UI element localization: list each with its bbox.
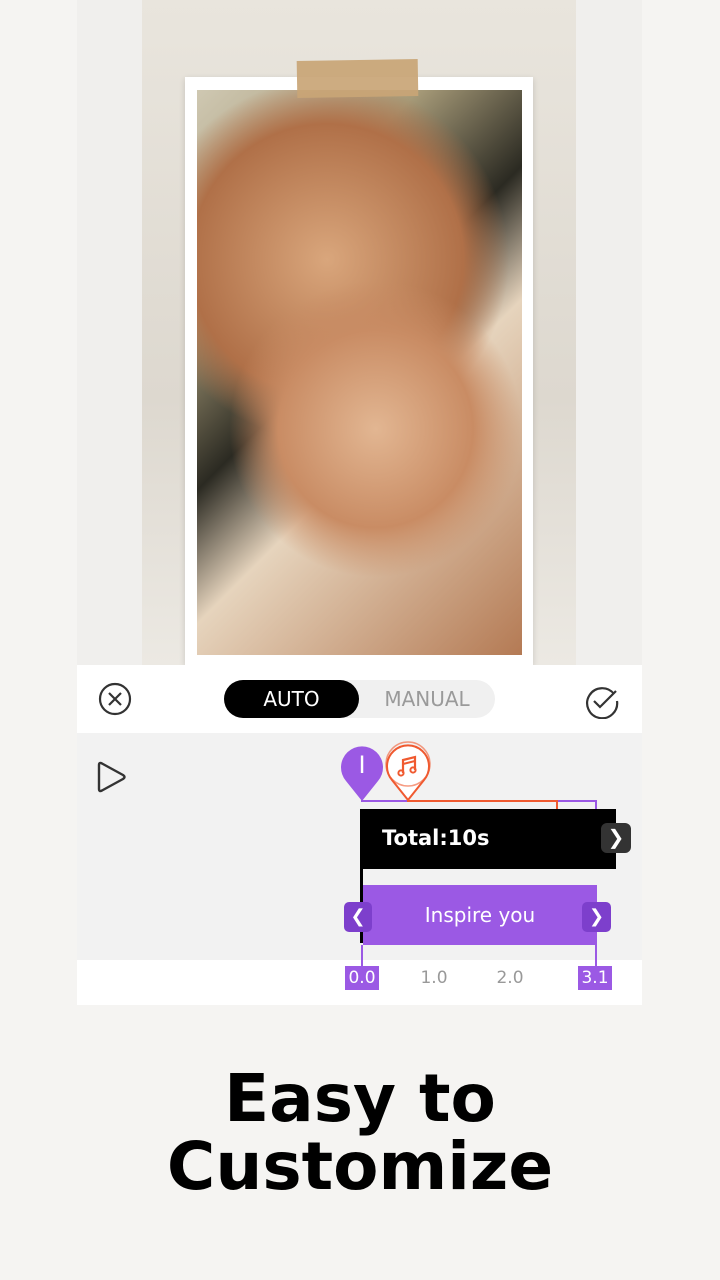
- tick: 1.0: [420, 968, 448, 988]
- text-marker-glyph: I: [358, 751, 366, 779]
- time-ruler: 0.0 1.0 2.0 3.1: [77, 960, 642, 1005]
- preview-photo: [197, 90, 522, 655]
- text-clip[interactable]: Inspire you: [363, 885, 597, 945]
- headline-line2: Customize: [166, 1128, 554, 1205]
- total-expand-chevron-icon[interactable]: ❯: [601, 823, 631, 853]
- text-marker-pin[interactable]: I: [339, 745, 385, 803]
- total-duration-bar[interactable]: Total:10s: [360, 809, 616, 869]
- auto-mode-button[interactable]: AUTO: [224, 680, 359, 718]
- check-circle-icon[interactable]: [584, 683, 620, 720]
- timeline-area: I Total:10s ❯ Inspire you ❮ ❯: [77, 733, 642, 965]
- text-clip-label: Inspire you: [424, 903, 536, 927]
- manual-mode-button[interactable]: MANUAL: [359, 680, 495, 718]
- headline: Easy to Customize: [0, 1065, 720, 1201]
- tick-end[interactable]: 3.1: [578, 966, 612, 990]
- clip-left-handle-chevron-icon[interactable]: ❮: [344, 902, 372, 932]
- close-circle-icon[interactable]: [97, 681, 133, 717]
- total-duration-label: Total:10s: [382, 826, 490, 850]
- editor-panel: AUTO MANUAL I Total:10s ❯ Inspire you ❮ …: [77, 665, 642, 1005]
- mode-toggle: AUTO MANUAL: [224, 680, 495, 718]
- play-icon[interactable]: [93, 759, 129, 795]
- music-marker-pin[interactable]: [384, 740, 432, 802]
- tick: 2.0: [496, 968, 524, 988]
- headline-line1: Easy to: [224, 1060, 496, 1137]
- tape-decoration: [296, 58, 419, 99]
- editor-top-bar: AUTO MANUAL: [77, 665, 642, 733]
- tick-start[interactable]: 0.0: [345, 966, 379, 990]
- clip-right-handle-chevron-icon[interactable]: ❯: [582, 902, 611, 932]
